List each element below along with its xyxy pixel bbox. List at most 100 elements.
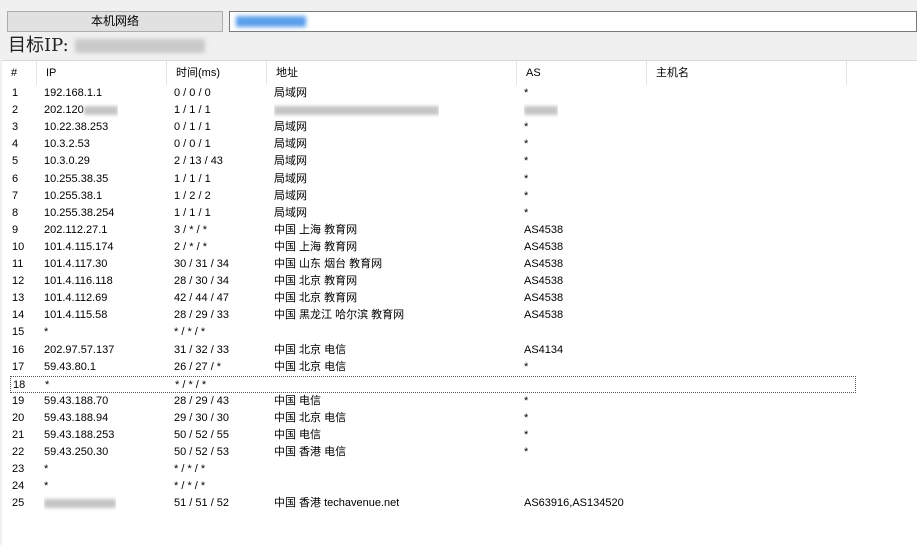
hop-address: 局域网 <box>274 119 307 136</box>
hop-number-text: 13 <box>12 292 25 305</box>
hop-time: 2 / * / * <box>174 239 207 256</box>
hop-as-text: * <box>524 360 529 373</box>
hop-time-text: 28 / 29 / 43 <box>174 394 230 407</box>
local-network-button[interactable]: 本机网络 <box>7 11 223 32</box>
hop-number: 6 <box>12 171 18 188</box>
hop-number: 4 <box>12 136 18 153</box>
hop-ip-text: 101.4.115.58 <box>44 309 108 322</box>
hop-ip: * <box>45 377 49 394</box>
table-row[interactable]: 19 59.43.188.70 28 / 29 / 43 中国 电信 * <box>2 393 917 410</box>
table-row[interactable]: 9 202.112.27.1 3 / * / * 中国 上海 教育网 AS4538 <box>2 222 917 239</box>
column-header-time[interactable]: 时间(ms) <box>167 61 267 85</box>
hop-number: 13 <box>12 290 24 307</box>
hop-number: 25 <box>12 495 24 512</box>
hop-address: 中国 北京 电信 <box>274 410 346 427</box>
hop-time: * / * / * <box>174 478 205 495</box>
hop-number-text: 4 <box>12 138 19 151</box>
table-row[interactable]: 13 101.4.112.69 42 / 44 / 47 中国 北京 教育网 AS453… <box>2 290 917 307</box>
table-row[interactable]: 18 * * / * / * <box>10 375 856 394</box>
hop-time: 1 / 1 / 1 <box>174 102 211 119</box>
hop-address: 中国 北京 电信 <box>274 359 346 376</box>
hop-ip-text: 59.43.188.70 <box>44 394 109 407</box>
hop-number: 12 <box>12 273 24 290</box>
table-row[interactable]: 11 101.4.117.30 30 / 31 / 34 中国 山东 烟台 教育网 AS… <box>2 256 917 273</box>
hop-address-text: 中国 北京 教育网 <box>274 292 358 305</box>
column-header-hostname[interactable]: 主机名 <box>647 61 847 85</box>
hop-as-text: AS4538 <box>524 223 564 236</box>
hop-ip <box>44 495 116 512</box>
table-row[interactable]: 21 59.43.188.253 50 / 52 / 55 中国 电信 * <box>2 427 917 444</box>
hop-number-text: 25 <box>12 497 25 510</box>
column-header-as[interactable]: AS <box>517 61 647 85</box>
column-header-hop[interactable]: # <box>2 61 37 85</box>
table-row[interactable]: 20 59.43.188.94 29 / 30 / 30 中国 北京 电信 * <box>2 410 917 427</box>
column-header-address[interactable]: 地址 <box>267 61 517 85</box>
table-row[interactable]: 2 202.120 1 / 1 / 1 <box>2 102 917 119</box>
hop-time: 0 / 0 / 1 <box>174 136 211 153</box>
table-row[interactable]: 1 192.168.1.1 0 / 0 / 0 局域网 * <box>2 85 917 102</box>
hop-number: 8 <box>12 205 18 222</box>
hop-time: 42 / 44 / 47 <box>174 290 229 307</box>
hop-time-text: 51 / 51 / 52 <box>174 497 230 510</box>
table-row[interactable]: 4 10.3.2.53 0 / 0 / 1 局域网 * <box>2 136 917 153</box>
hop-number-text: 12 <box>12 275 25 288</box>
hop-time-text: 0 / 0 / 1 <box>174 138 211 151</box>
hop-time: 28 / 29 / 33 <box>174 307 229 324</box>
table-row[interactable]: 5 10.3.0.29 2 / 13 / 43 局域网 * <box>2 153 917 170</box>
hop-as-text: * <box>524 138 529 151</box>
hop-as: AS4134 <box>524 342 563 359</box>
hop-time: 2 / 13 / 43 <box>174 153 223 170</box>
hop-time: 30 / 31 / 34 <box>174 256 229 273</box>
hop-ip: 202.120 <box>44 102 118 119</box>
hop-time-text: 42 / 44 / 47 <box>174 292 230 305</box>
hop-time: 3 / * / * <box>174 222 207 239</box>
hop-time: 1 / 1 / 1 <box>174 171 211 188</box>
table-row[interactable]: 7 10.255.38.1 1 / 2 / 2 局域网 * <box>2 188 917 205</box>
table-row[interactable]: 10 101.4.115.174 2 / * / * 中国 上海 教育网 AS4538 <box>2 239 917 256</box>
redacted-as <box>524 105 558 115</box>
table-row[interactable]: 15 * * / * / * <box>2 324 917 341</box>
hop-ip-text: 192.168.1.1 <box>44 87 103 99</box>
table-row[interactable]: 16 202.97.57.137 31 / 32 / 33 中国 北京 电信 AS413… <box>2 342 917 359</box>
hop-as: AS4538 <box>524 256 563 273</box>
traceroute-list[interactable]: # IP 时间(ms) 地址 AS 主机名 1 192.168.1.1 0 / 0 … <box>2 60 917 545</box>
hop-number: 24 <box>12 478 24 495</box>
hop-ip: * <box>44 478 48 495</box>
table-row[interactable]: 8 10.255.38.254 1 / 1 / 1 局域网 * <box>2 205 917 222</box>
hop-address-text: 局域网 <box>274 155 307 168</box>
hop-as-text: * <box>524 172 529 185</box>
table-row[interactable]: 23 * * / * / * <box>2 461 917 478</box>
table-row[interactable]: 24 * * / * / * <box>2 478 917 495</box>
hop-ip: 59.43.188.70 <box>44 393 108 410</box>
hop-as: AS4538 <box>524 307 563 324</box>
table-row[interactable]: 3 10.22.38.253 0 / 1 / 1 局域网 * <box>2 119 917 136</box>
hop-number: 22 <box>12 444 24 461</box>
hop-address-text: 局域网 <box>274 138 307 151</box>
hop-address: 中国 北京 电信 <box>274 342 346 359</box>
hop-number: 19 <box>12 393 24 410</box>
target-ip-input[interactable] <box>229 11 917 32</box>
hop-address: 中国 山东 烟台 教育网 <box>274 256 382 273</box>
hop-address: 中国 黑龙江 哈尔滨 教育网 <box>274 307 404 324</box>
hop-number-text: 8 <box>12 206 19 219</box>
table-row[interactable]: 17 59.43.80.1 26 / 27 / * 中国 北京 电信 * <box>2 359 917 376</box>
hop-time: 0 / 0 / 0 <box>174 85 211 102</box>
hop-address-text: 中国 北京 教育网 <box>274 275 358 288</box>
hop-ip-text: * <box>45 378 50 391</box>
hop-number: 20 <box>12 410 24 427</box>
table-row[interactable]: 22 59.43.250.30 50 / 52 / 53 中国 香港 电信 * <box>2 444 917 461</box>
hop-number: 14 <box>12 307 24 324</box>
table-row[interactable]: 25 51 / 51 / 52 中国 香港 techavenue.net AS6391… <box>2 495 917 512</box>
hop-ip-text: 10.255.38.1 <box>44 189 103 202</box>
redacted-ip <box>44 498 116 508</box>
hop-time: 0 / 1 / 1 <box>174 119 211 136</box>
table-row[interactable]: 14 101.4.115.58 28 / 29 / 33 中国 黑龙江 哈尔滨 教育网… <box>2 307 917 324</box>
hop-as: * <box>524 359 528 376</box>
column-header-ip[interactable]: IP <box>37 61 167 85</box>
hop-ip: 59.43.188.94 <box>44 410 108 427</box>
hop-ip: 10.3.2.53 <box>44 136 90 153</box>
table-row[interactable]: 12 101.4.116.118 28 / 30 / 34 中国 北京 教育网 AS45… <box>2 273 917 290</box>
table-row[interactable]: 6 10.255.38.35 1 / 1 / 1 局域网 * <box>2 171 917 188</box>
hop-ip-text: 59.43.188.253 <box>44 429 115 441</box>
hop-time-text: 26 / 27 / * <box>174 360 222 373</box>
